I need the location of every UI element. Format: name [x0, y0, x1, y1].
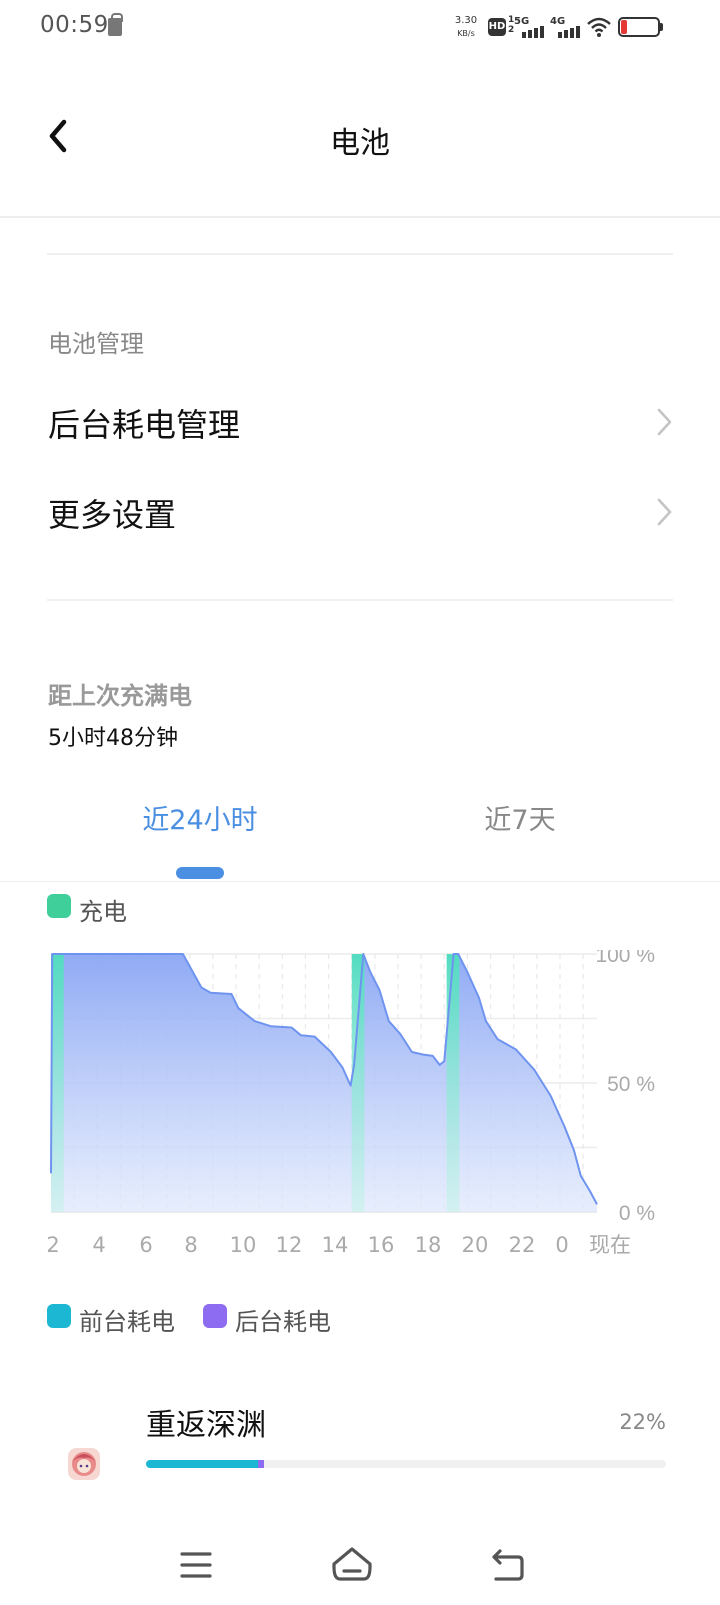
app-percent: 22% — [619, 1410, 666, 1434]
legend-label: 充电 — [79, 898, 127, 926]
page-title: 电池 — [330, 126, 390, 161]
signal-bar — [558, 32, 562, 38]
signal-bar — [570, 28, 574, 38]
x-tick-label: 2 — [46, 1233, 59, 1257]
divider — [47, 599, 673, 601]
x-tick-label: 现在 — [589, 1233, 631, 1257]
back-icon — [492, 1549, 524, 1581]
tab-7-days[interactable]: 近7天 — [400, 798, 640, 837]
x-tick-label: 22 — [509, 1233, 536, 1257]
x-tick-label: 16 — [368, 1233, 395, 1257]
signal-4g-label: 4G — [550, 16, 566, 27]
back-nav-button[interactable] — [478, 1541, 538, 1589]
x-tick-label: 12 — [276, 1233, 303, 1257]
signal-bar — [522, 32, 526, 38]
app-name: 重返深渊 — [146, 1408, 266, 1443]
network-speed: 3.30 KB/s — [448, 14, 484, 40]
signal-bar — [534, 28, 538, 38]
x-tick-label: 14 — [322, 1233, 349, 1257]
x-tick-label: 18 — [415, 1233, 442, 1257]
app-icon — [68, 1448, 100, 1480]
battery-level — [621, 20, 627, 34]
home-button[interactable] — [322, 1541, 382, 1589]
signal-5g-icon: 5G — [514, 16, 546, 38]
signal-bar — [540, 26, 544, 38]
status-bar: 00:59 3.30 KB/s HD 12 5G 4G — [0, 0, 720, 56]
y-tick-label: 0 % — [619, 1202, 655, 1225]
legend-label: 后台耗电 — [235, 1308, 331, 1336]
y-tick-label: 50 % — [607, 1073, 655, 1096]
header: 电池 — [0, 80, 720, 218]
status-time: 00:59 — [40, 12, 109, 38]
legend-swatch — [47, 1304, 71, 1328]
menu-icon — [180, 1552, 212, 1578]
network-speed-value: 3.30 — [454, 15, 478, 26]
usage-bar — [146, 1460, 666, 1468]
menu-item-label: 后台耗电管理 — [48, 406, 241, 444]
section-label-battery-management: 电池管理 — [48, 330, 144, 358]
battery-icon — [618, 17, 664, 39]
legend-swatch — [47, 894, 71, 918]
usage-bar-foreground — [146, 1460, 258, 1468]
charging-period — [351, 954, 365, 1212]
signal-bar — [564, 30, 568, 38]
x-tick-label: 10 — [230, 1233, 257, 1257]
divider — [47, 253, 673, 255]
y-tick-label: 100 % — [595, 950, 655, 967]
x-tick-label: 6 — [139, 1233, 152, 1257]
battery-level-chart: 100 % 50 % 0 % 2 4 6 8 10 12 14 16 18 20 22 0 现在 — [46, 950, 655, 1257]
legend-label: 前台耗电 — [79, 1308, 175, 1336]
chevron-right-icon — [657, 408, 672, 436]
x-tick-label: 20 — [462, 1233, 489, 1257]
tab-24-hours[interactable]: 近24小时 — [80, 798, 320, 837]
signal-5g-label: 5G — [514, 16, 530, 27]
network-speed-unit: KB/s — [457, 29, 475, 38]
tabs-divider — [0, 881, 720, 882]
x-tick-label: 0 — [555, 1233, 568, 1257]
menu-item-background-power[interactable]: 后台耗电管理 — [0, 382, 720, 462]
hd-badge: HD — [488, 18, 506, 36]
chevron-right-icon — [657, 498, 672, 526]
wifi-icon — [587, 17, 611, 37]
menu-item-more-settings[interactable]: 更多设置 — [0, 472, 720, 552]
legend-swatch — [203, 1304, 227, 1328]
last-full-charge-label: 距上次充满电 — [48, 682, 192, 710]
x-tick-label: 8 — [184, 1233, 197, 1257]
tab-indicator — [176, 867, 224, 879]
home-icon — [332, 1547, 372, 1581]
signal-bar — [528, 30, 532, 38]
battery-tip — [660, 23, 663, 31]
signal-4g-icon: 4G — [550, 16, 582, 38]
menu-button[interactable] — [166, 1541, 226, 1589]
navigation-bar — [0, 1535, 720, 1605]
battery-area — [51, 954, 597, 1212]
charging-period — [446, 954, 460, 1212]
usage-bar-background — [257, 1460, 264, 1468]
last-full-charge-value: 5小时48分钟 — [48, 726, 178, 751]
menu-item-label: 更多设置 — [48, 496, 177, 534]
battery-screen: 00:59 3.30 KB/s HD 12 5G 4G 电池 电池管理 后台耗电… — [0, 0, 720, 1605]
signal-bar — [576, 26, 580, 38]
lock-icon — [108, 13, 123, 36]
x-tick-label: 4 — [92, 1233, 105, 1257]
